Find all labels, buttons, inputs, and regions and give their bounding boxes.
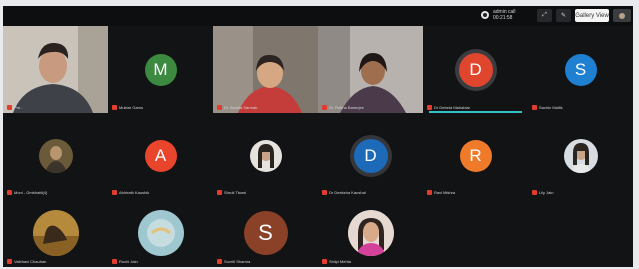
- participant-tile[interactable]: Dr. Asmita Sarmah: [213, 26, 318, 113]
- participant-tile[interactable]: Ruchi Jain: [108, 198, 213, 267]
- participant-tile[interactable]: A Abhirath Kaushik: [108, 113, 213, 198]
- participant-tile[interactable]: D Dr Debeta Mahaldar: [423, 26, 528, 113]
- initial-avatar: M: [144, 53, 177, 86]
- participant-name: Dr. Rekha Banerjee: [329, 105, 364, 110]
- participant-name: Dr Debeta Mahaldar: [434, 105, 471, 110]
- mic-muted-icon: [322, 105, 327, 110]
- participant-tile[interactable]: Shruti Tiwari: [213, 113, 318, 198]
- mic-muted-icon: [532, 105, 537, 110]
- participant-name: Shilpi Mehta: [329, 259, 352, 264]
- empty-tile: [423, 198, 528, 267]
- profile-photo: [32, 209, 79, 256]
- mic-muted-icon: [427, 105, 432, 110]
- participant-tile[interactable]: S Suvriti Sharma: [213, 198, 318, 267]
- participant-name: Moni - Gmbhatti(4): [14, 190, 48, 195]
- initial-avatar: S: [243, 210, 288, 255]
- participant-tile[interactable]: Lily Jain: [528, 113, 633, 198]
- mic-muted-icon: [217, 259, 222, 264]
- mic-muted-icon: [322, 259, 327, 264]
- initial-avatar: D: [353, 138, 388, 173]
- participant-name: Ravi Mishra: [434, 190, 456, 195]
- mic-muted-icon: [7, 190, 12, 195]
- participant-name: Muktar Gams: [119, 105, 144, 110]
- video-row-3: Vaibhavi Chauhan Ruchi Jain S Suvriti Sh…: [3, 198, 633, 267]
- fullscreen-button[interactable]: ⤢: [537, 9, 552, 22]
- participant-name: Pre..: [14, 105, 23, 110]
- initial-avatar: A: [144, 139, 177, 172]
- mic-muted-icon: [427, 190, 432, 195]
- participant-tile[interactable]: Vaibhavi Chauhan: [3, 198, 108, 267]
- participant-tile[interactable]: R Ravi Mishra: [423, 113, 528, 198]
- profile-photo: [347, 209, 394, 256]
- record-icon: [481, 11, 489, 19]
- profile-photo: [249, 139, 282, 172]
- mic-muted-icon: [7, 105, 12, 110]
- mic-muted-icon: [112, 190, 117, 195]
- participant-name: Shruti Tiwari: [224, 190, 247, 195]
- mic-muted-icon: [7, 259, 12, 264]
- participant-tile[interactable]: M Muktar Gams: [108, 26, 213, 113]
- mic-muted-icon: [322, 190, 327, 195]
- mic-muted-icon: [217, 105, 222, 110]
- video-row-2: Moni - Gmbhatti(4) A Abhirath Kaushik Sh…: [3, 113, 633, 198]
- participant-video: [3, 26, 108, 113]
- profile-photo: [563, 138, 598, 173]
- self-view-thumbnail[interactable]: [613, 9, 631, 22]
- profile-photo: [38, 138, 73, 173]
- participant-tile[interactable]: Pre..: [3, 26, 108, 113]
- participant-name: Sachin Mallik: [539, 105, 563, 110]
- meeting-topbar: admin call 00:21:58 ⤢ ✎ Gallery View: [3, 6, 633, 26]
- annotate-button[interactable]: ✎: [556, 9, 571, 22]
- mic-muted-icon: [532, 190, 537, 195]
- participant-video: [318, 26, 423, 113]
- user-icon: [619, 12, 625, 19]
- participant-name: Dr. Asmita Sarmah: [224, 105, 258, 110]
- meeting-window: admin call 00:21:58 ⤢ ✎ Gallery View Pre…: [3, 6, 633, 267]
- participant-tile[interactable]: D Dr Deeksha Kaushal: [318, 113, 423, 198]
- profile-photo: [137, 209, 184, 256]
- gallery-view-button[interactable]: Gallery View: [575, 9, 609, 22]
- recording-indicator[interactable]: admin call 00:21:58: [481, 9, 516, 21]
- initial-avatar: D: [458, 52, 493, 87]
- recording-time: 00:21:58: [493, 15, 513, 21]
- mic-muted-icon: [112, 105, 117, 110]
- participant-tile[interactable]: Moni - Gmbhatti(4): [3, 113, 108, 198]
- participant-tile[interactable]: Dr. Rekha Banerjee: [318, 26, 423, 113]
- participant-tile[interactable]: S Sachin Mallik: [528, 26, 633, 113]
- participant-name: Vaibhavi Chauhan: [14, 259, 47, 264]
- participant-name: Ruchi Jain: [119, 259, 138, 264]
- mic-muted-icon: [217, 190, 222, 195]
- video-row-1: Pre.. M Muktar Gams Dr. Asmita Sarmah Dr…: [3, 26, 633, 113]
- participant-name: Abhirath Kaushik: [119, 190, 150, 195]
- empty-tile: [528, 198, 633, 267]
- mic-muted-icon: [112, 259, 117, 264]
- initial-avatar: R: [459, 139, 492, 172]
- participant-name: Lily Jain: [539, 190, 554, 195]
- participant-tile[interactable]: Shilpi Mehta: [318, 198, 423, 267]
- participant-video: [213, 26, 318, 113]
- participant-name: Dr Deeksha Kaushal: [329, 190, 366, 195]
- participant-name: Suvriti Sharma: [224, 259, 251, 264]
- initial-avatar: S: [564, 53, 597, 86]
